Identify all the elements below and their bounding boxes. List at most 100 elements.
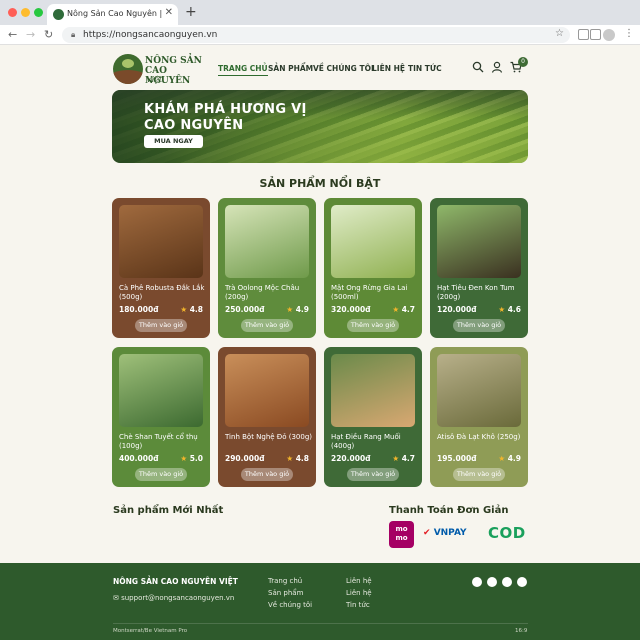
bookmark-star-icon[interactable]: ☆	[555, 28, 564, 39]
product-rating: ★ 4.7	[392, 454, 415, 463]
star-icon: ★	[180, 305, 190, 314]
product-name[interactable]: Trà Oolong Mộc Châu (200g)	[225, 284, 313, 302]
rating-value: 4.9	[295, 305, 309, 314]
tab-bar: Nông Sản Cao Nguyên | Cửa ✕ +	[0, 0, 640, 25]
footer-link-about[interactable]: Về chúng tôi	[268, 601, 312, 609]
product-card[interactable]: Atisô Đà Lạt Khô (250g) 195.000đ ★ 4.9 Thêm…	[430, 347, 528, 487]
browser-menu-icon[interactable]: ⋮	[624, 28, 634, 39]
product-rating: ★ 4.9	[498, 454, 521, 463]
momo-text-1: mo	[395, 525, 408, 533]
facebook-icon[interactable]	[472, 577, 482, 587]
user-icon[interactable]	[491, 61, 503, 73]
rating-value: 4.9	[507, 454, 521, 463]
reload-icon[interactable]: ↻	[44, 28, 53, 41]
tab-close-icon[interactable]: ✕	[165, 7, 173, 18]
nav-home[interactable]: TRANG CHỦ	[218, 64, 268, 76]
footer-link-products[interactable]: Sản phẩm	[268, 589, 303, 597]
product-name[interactable]: Mật Ong Rừng Gia Lai (500ml)	[331, 284, 419, 302]
tea-box-icon[interactable]	[119, 354, 203, 427]
pepper-bowl-icon[interactable]	[437, 205, 521, 278]
profile-avatar-icon[interactable]	[603, 29, 615, 41]
forward-icon[interactable]: →	[26, 28, 35, 41]
cashew-bowl-icon[interactable]	[331, 354, 415, 427]
star-icon: ★	[392, 454, 402, 463]
footer-link-home[interactable]: Trang chủ	[268, 577, 302, 585]
add-to-cart-button[interactable]: Thêm vào giỏ	[135, 468, 187, 481]
minimize-window-button[interactable]	[21, 8, 30, 17]
browser-tab[interactable]: Nông Sản Cao Nguyên | Cửa ✕	[47, 4, 178, 25]
site-logo-icon[interactable]	[113, 54, 143, 84]
product-name[interactable]: Atisô Đà Lạt Khô (250g)	[437, 433, 525, 442]
footer-link-contact[interactable]: Liên hệ	[346, 577, 372, 585]
product-rating: ★ 4.6	[498, 305, 521, 314]
hero-title: KHÁM PHÁ HƯƠNG VỊ CAO NGUYÊN	[144, 102, 307, 134]
tab-title: Nông Sản Cao Nguyên | Cửa	[67, 9, 163, 18]
product-card[interactable]: Trà Oolong Mộc Châu (200g) 250.000đ ★ 4.9 T…	[218, 198, 316, 338]
vnpay-mark-icon: ✔	[423, 528, 434, 538]
add-to-cart-button[interactable]: Thêm vào giỏ	[453, 468, 505, 481]
star-icon: ★	[286, 454, 296, 463]
add-to-cart-button[interactable]: Thêm vào giỏ	[347, 319, 399, 332]
artichoke-basket-icon[interactable]	[437, 354, 521, 427]
star-icon: ★	[180, 454, 190, 463]
turmeric-pack-icon[interactable]	[225, 354, 309, 427]
product-price: 290.000đ	[225, 454, 265, 463]
tea-pack-icon[interactable]	[225, 205, 309, 278]
footer-link-contact-2[interactable]: Liên hệ	[346, 589, 372, 597]
address-bar[interactable]: 🔒︎ https://nongsancaonguyen.vn ☆	[62, 27, 570, 43]
search-icon[interactable]	[472, 61, 484, 73]
rating-value: 4.8	[295, 454, 309, 463]
add-to-cart-button[interactable]: Thêm vào giỏ	[453, 319, 505, 332]
nav-products[interactable]: SẢN PHẨM	[268, 64, 313, 73]
add-to-cart-button[interactable]: Thêm vào giỏ	[241, 319, 293, 332]
newest-section-title: Sản phẩm Mới Nhất	[113, 505, 224, 516]
back-icon[interactable]: ←	[8, 28, 17, 41]
star-icon: ★	[392, 305, 402, 314]
footer-email-text: support@nongsancaonguyen.vn	[121, 594, 235, 602]
rating-value: 4.7	[401, 305, 415, 314]
youtube-icon[interactable]	[517, 577, 527, 587]
nav-contact[interactable]: LIÊN HỆ	[372, 64, 405, 73]
sidebar-icon[interactable]	[590, 29, 601, 40]
shop-now-button[interactable]: MUA NGAY	[144, 135, 203, 148]
product-price: 400.000đ	[119, 454, 159, 463]
product-name[interactable]: Hạt Tiêu Đen Kon Tum (200g)	[437, 284, 525, 302]
nav-news[interactable]: TIN TỨC	[408, 64, 442, 73]
new-tab-icon[interactable]: +	[185, 4, 197, 20]
close-window-button[interactable]	[8, 8, 17, 17]
product-card[interactable]: Hạt Điều Rang Muối (400g) 220.000đ ★ 4.7 Th…	[324, 347, 422, 487]
browser-window: Nông Sản Cao Nguyên | Cửa ✕ + ← → ↻ 🔒︎ h…	[0, 0, 640, 640]
cod-logo: COD	[488, 524, 526, 542]
product-rating: ★ 4.8	[286, 454, 309, 463]
product-price: 195.000đ	[437, 454, 477, 463]
product-card[interactable]: Chè Shan Tuyết cổ thụ (100g) 400.000đ ★ 5.…	[112, 347, 210, 487]
add-to-cart-button[interactable]: Thêm vào giỏ	[135, 319, 187, 332]
product-card[interactable]: Mật Ong Rừng Gia Lai (500ml) 320.000đ ★ 4.…	[324, 198, 422, 338]
momo-text-2: mo	[395, 534, 408, 542]
maximize-window-button[interactable]	[34, 8, 43, 17]
honey-jar-icon[interactable]	[331, 205, 415, 278]
url-text: https://nongsancaonguyen.vn	[83, 30, 218, 40]
footer-link-news[interactable]: Tin tức	[346, 601, 370, 609]
twitter-icon[interactable]	[487, 577, 497, 587]
product-name[interactable]: Cà Phê Robusta Đắk Lắk (500g)	[119, 284, 207, 302]
coffee-bag-icon[interactable]	[119, 205, 203, 278]
add-to-cart-button[interactable]: Thêm vào giỏ	[347, 468, 399, 481]
instagram-icon[interactable]	[502, 577, 512, 587]
footer-email[interactable]: ✉ support@nongsancaonguyen.vn	[113, 594, 234, 602]
hero-title-line2: CAO NGUYÊN	[144, 118, 244, 133]
vnpay-logo: ✔ VNPAY	[423, 528, 467, 538]
product-name[interactable]: Hạt Điều Rang Muối (400g)	[331, 433, 419, 451]
product-card[interactable]: Cà Phê Robusta Đắk Lắk (500g) 180.000đ ★ 4…	[112, 198, 210, 338]
nav-about[interactable]: VỀ CHÚNG TÔI	[313, 64, 374, 73]
payment-section-title: Thanh Toán Đơn Giản	[389, 505, 509, 516]
hero-banner: KHÁM PHÁ HƯƠNG VỊ CAO NGUYÊN MUA NGAY	[112, 90, 528, 163]
product-name[interactable]: Chè Shan Tuyết cổ thụ (100g)	[119, 433, 207, 451]
product-card[interactable]: Tinh Bột Nghệ Đỏ (300g) 290.000đ ★ 4.8 Thêm…	[218, 347, 316, 487]
browser-toolbar: ← → ↻ 🔒︎ https://nongsancaonguyen.vn ☆ ⋮	[0, 25, 640, 45]
product-card[interactable]: Hạt Tiêu Đen Kon Tum (200g) 120.000đ ★ 4.6…	[430, 198, 528, 338]
product-price: 120.000đ	[437, 305, 477, 314]
extension-icon[interactable]	[578, 29, 589, 40]
add-to-cart-button[interactable]: Thêm vào giỏ	[241, 468, 293, 481]
product-name[interactable]: Tinh Bột Nghệ Đỏ (300g)	[225, 433, 313, 442]
